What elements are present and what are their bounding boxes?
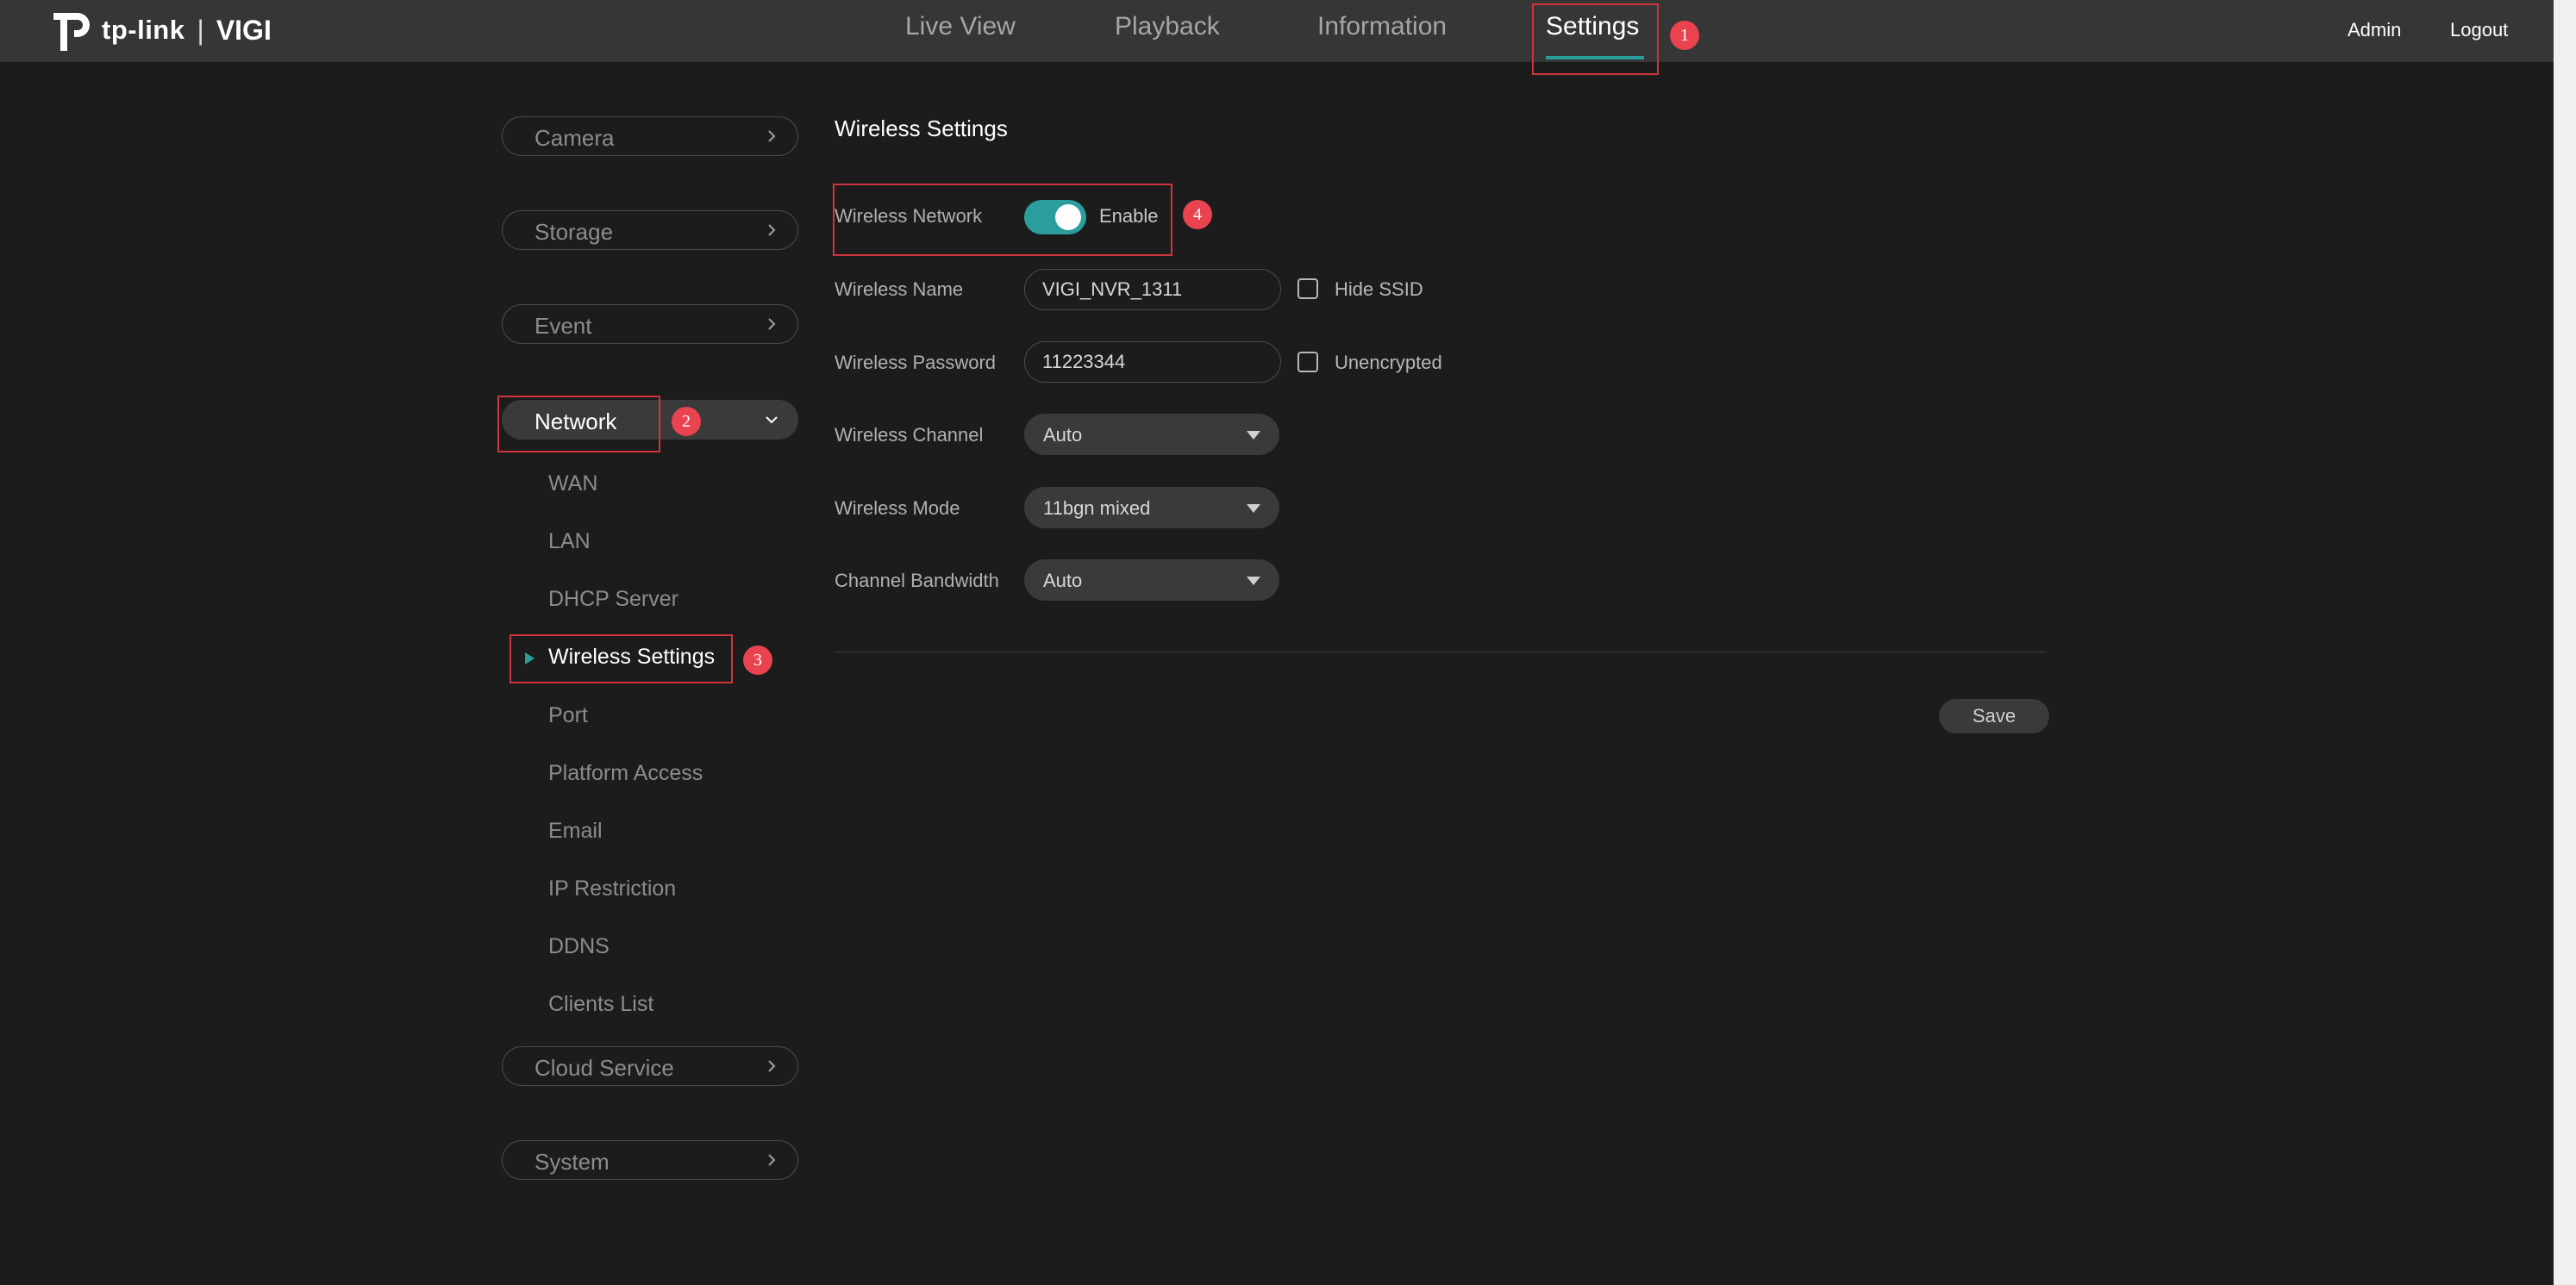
wireless-mode-label: Wireless Mode: [835, 497, 960, 519]
sidebar-event-label: Event: [535, 313, 592, 339]
hide-ssid-checkbox[interactable]: [1297, 278, 1318, 299]
sidebar-camera-label: Camera: [535, 125, 615, 151]
wireless-channel-label: Wireless Channel: [835, 424, 984, 446]
unencrypted-checkbox[interactable]: [1297, 352, 1318, 372]
chevron-right-icon: [768, 1154, 776, 1166]
sidebar-cloud-service-label: Cloud Service: [535, 1055, 674, 1081]
annotation-badge-2: 2: [672, 407, 701, 436]
wireless-name-label: Wireless Name: [835, 278, 964, 300]
annotation-box-wireless-settings: [510, 634, 733, 683]
unencrypted-label: Unencrypted: [1335, 352, 1442, 373]
save-button[interactable]: Save: [1939, 699, 2049, 733]
sidebar-item-email[interactable]: Email: [548, 819, 603, 844]
chevron-down-icon: [766, 416, 778, 424]
sidebar-cloud-service[interactable]: Cloud Service: [502, 1046, 798, 1086]
sidebar-camera[interactable]: Camera: [502, 116, 798, 156]
nav-playback[interactable]: Playback: [1115, 12, 1220, 41]
sidebar-item-lan[interactable]: LAN: [548, 529, 591, 554]
sidebar-event[interactable]: Event: [502, 304, 798, 344]
sidebar-storage[interactable]: Storage: [502, 210, 798, 250]
wireless-name-input[interactable]: [1024, 269, 1281, 310]
page-scrollbar[interactable]: [2554, 0, 2576, 1285]
caret-down-icon: [1247, 577, 1260, 585]
channel-bandwidth-select[interactable]: Auto: [1024, 559, 1279, 601]
chevron-right-icon: [768, 318, 776, 330]
sidebar-item-platform-access[interactable]: Platform Access: [548, 761, 703, 786]
annotation-box-network: [497, 396, 660, 452]
nav-information[interactable]: Information: [1317, 12, 1447, 41]
caret-down-icon: [1247, 431, 1260, 440]
chevron-right-icon: [768, 130, 776, 142]
annotation-box-wireless-network: [833, 184, 1172, 256]
brand-name: tp-link: [102, 15, 185, 45]
wireless-channel-value: Auto: [1043, 424, 1083, 446]
brand-divider: |: [197, 14, 204, 46]
page-title: Wireless Settings: [835, 115, 1008, 141]
top-bar: tp-link | VIGI Live View Playback Inform…: [0, 0, 2554, 62]
wireless-password-input[interactable]: [1024, 341, 1281, 383]
nav-live-view[interactable]: Live View: [905, 12, 1016, 41]
channel-bandwidth-label: Channel Bandwidth: [835, 570, 999, 591]
chevron-right-icon: [768, 224, 776, 236]
wireless-mode-select[interactable]: 11bgn mixed: [1024, 487, 1279, 528]
sidebar-item-dhcp-server[interactable]: DHCP Server: [548, 587, 678, 612]
wireless-mode-value: 11bgn mixed: [1043, 497, 1151, 519]
wireless-channel-select[interactable]: Auto: [1024, 414, 1279, 455]
chevron-right-icon: [768, 1060, 776, 1072]
wireless-password-label: Wireless Password: [835, 352, 997, 373]
logout-link[interactable]: Logout: [2450, 19, 2508, 41]
brand-logo[interactable]: tp-link | VIGI: [48, 5, 272, 55]
channel-bandwidth-value: Auto: [1043, 570, 1083, 591]
annotation-badge-4: 4: [1183, 200, 1212, 229]
annotation-box-settings: [1532, 3, 1659, 75]
hide-ssid-label: Hide SSID: [1335, 278, 1423, 300]
user-name[interactable]: Admin: [2348, 19, 2401, 41]
sidebar-system[interactable]: System: [502, 1140, 798, 1180]
sidebar-system-label: System: [535, 1149, 610, 1175]
sidebar-item-clients-list[interactable]: Clients List: [548, 992, 653, 1017]
sidebar-storage-label: Storage: [535, 219, 614, 245]
sidebar-item-ddns[interactable]: DDNS: [548, 934, 610, 959]
caret-down-icon: [1247, 504, 1260, 513]
sidebar-item-port[interactable]: Port: [548, 703, 588, 728]
annotation-badge-3: 3: [743, 646, 772, 675]
tp-link-logo-icon: [53, 13, 90, 51]
sidebar-item-ip-restriction[interactable]: IP Restriction: [548, 876, 676, 901]
annotation-badge-1: 1: [1670, 21, 1699, 50]
sidebar-item-wan[interactable]: WAN: [548, 471, 597, 496]
brand-product: VIGI: [216, 14, 272, 46]
